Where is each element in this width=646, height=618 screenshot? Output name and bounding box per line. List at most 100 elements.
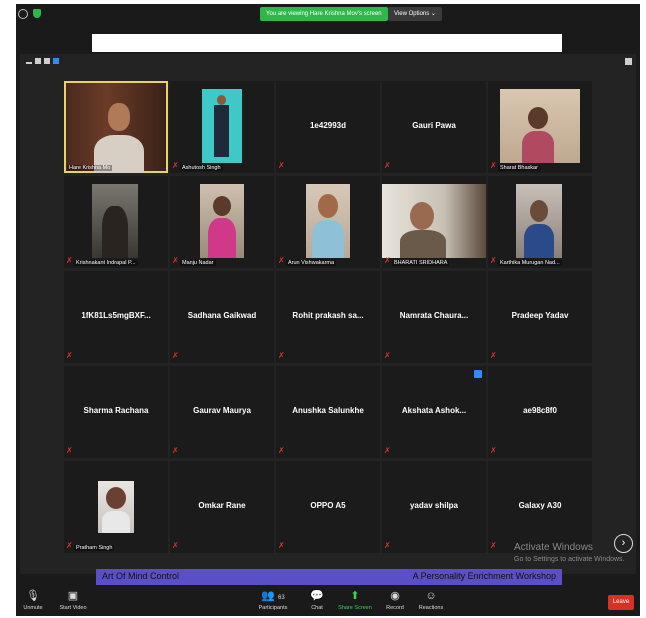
person-body <box>312 220 344 258</box>
participant-name: Gaurav Maurya <box>193 406 251 415</box>
muted-mic-icon: ✗ <box>172 446 179 455</box>
record-button[interactable]: ◉ Record <box>378 589 412 611</box>
muted-mic-icon: ✗ <box>384 256 391 265</box>
participant-tile[interactable]: Galaxy A30 ✗ <box>488 461 592 553</box>
participant-name: Rohit prakash sa... <box>292 311 364 320</box>
participants-button[interactable]: 👥 63 Participants <box>256 589 290 611</box>
person-body <box>214 105 229 157</box>
participant-video <box>92 184 138 258</box>
participant-tile[interactable]: ✗ Karthika Murugan Nad... <box>488 176 592 268</box>
participant-name: ae98c8f0 <box>523 406 557 415</box>
start-video-label: Start Video <box>59 605 87 611</box>
muted-mic-icon: ✗ <box>278 161 285 170</box>
participant-tile[interactable]: Namrata Chaura... ✗ <box>382 271 486 363</box>
participant-tile[interactable]: Gaurav Maurya ✗ <box>170 366 274 458</box>
share-screen-label: Share Screen <box>338 605 372 611</box>
share-screen-button[interactable]: ⬆ Share Screen <box>338 589 372 611</box>
participant-tile[interactable]: ✗ Krishnakant Indrapal P... <box>64 176 168 268</box>
participant-video <box>516 184 562 258</box>
participant-tile[interactable]: ✗ Sharat Bhaskar <box>488 81 592 173</box>
participant-tile[interactable]: Rohit prakash sa... ✗ <box>276 271 380 363</box>
person <box>318 194 338 218</box>
participant-label: Hare Krishna Mo <box>67 165 113 171</box>
participant-name: Akshata Ashok... <box>401 406 467 415</box>
speaker-view-icon[interactable] <box>35 58 41 64</box>
participant-tile[interactable]: Akshata Ashok... ✗ <box>382 366 486 458</box>
muted-mic-icon: ✗ <box>66 446 73 455</box>
shared-right-text: A Personality Enrichment Workshop <box>412 571 556 581</box>
participant-tile[interactable]: Pradeep Yadav ✗ <box>488 271 592 363</box>
participant-video <box>98 481 134 533</box>
participant-tile[interactable]: ✗ Manju Nadar <box>170 176 274 268</box>
muted-mic-icon: ✗ <box>490 446 497 455</box>
participant-tile[interactable]: Sadhana Gaikwad ✗ <box>170 271 274 363</box>
chat-button[interactable]: 💬 Chat <box>300 589 334 611</box>
participant-tile[interactable]: ✗ Ashutosh Singh <box>170 81 274 173</box>
participant-tile[interactable]: ae98c8f0 ✗ <box>488 366 592 458</box>
participant-video <box>200 184 244 258</box>
participant-tile[interactable]: 1e42993d ✗ <box>276 81 380 173</box>
muted-mic-icon: ✗ <box>278 446 285 455</box>
participant-label: BHARATI SRIDHARA <box>392 260 450 266</box>
participant-tile[interactable]: OPPO A5 ✗ <box>276 461 380 553</box>
thumbnail-view-icon[interactable] <box>44 58 50 64</box>
participant-name: Anushka Salunkhe <box>292 406 364 415</box>
person <box>106 487 126 509</box>
muted-mic-icon: ✗ <box>278 351 285 360</box>
participant-video <box>66 83 166 173</box>
mic-muted-icon: 🎙 <box>26 590 40 602</box>
participant-name: Gauri Pawa <box>412 121 456 130</box>
muted-mic-icon: ✗ <box>490 256 497 265</box>
participant-name: 1e42993d <box>309 121 347 130</box>
participant-tile[interactable]: Omkar Rane ✗ <box>170 461 274 553</box>
minimize-icon[interactable] <box>26 62 32 64</box>
participant-tile[interactable]: Sharma Rachana ✗ <box>64 366 168 458</box>
participant-tile[interactable]: yadav shilpa ✗ <box>382 461 486 553</box>
leave-button[interactable]: Leave <box>608 595 634 610</box>
participants-count: 63 <box>278 595 285 601</box>
reactions-button[interactable]: ☺ Reactions <box>414 589 448 611</box>
participant-tile[interactable]: ✗ BHARATI SRIDHARA <box>382 176 486 268</box>
participant-label: Sharat Bhaskar <box>498 165 540 171</box>
participant-tile[interactable]: ✗ Pratham Singh <box>64 461 168 553</box>
participant-label: Karthika Murugan Nad... <box>498 260 562 266</box>
gallery-grid-icon[interactable] <box>53 58 59 64</box>
participant-video <box>202 89 242 163</box>
participant-label: Ashutosh Singh <box>180 165 223 171</box>
participant-tile[interactable]: Gauri Pawa ✗ <box>382 81 486 173</box>
muted-mic-icon: ✗ <box>172 351 179 360</box>
info-icon[interactable] <box>18 9 28 19</box>
participant-video <box>306 184 350 258</box>
view-options-button[interactable]: View Options ⌄ <box>388 7 442 21</box>
participant-name: Omkar Rane <box>198 501 246 510</box>
muted-mic-icon: ✗ <box>278 541 285 550</box>
muted-mic-icon: ✗ <box>384 351 391 360</box>
participant-name: 1fK81Ls5mgBXF... <box>81 311 151 320</box>
participant-label: Pratham Singh <box>74 545 115 551</box>
top-bar: You are viewing Hare Krishna Mov's scree… <box>16 4 640 26</box>
next-page-button[interactable]: › <box>614 534 633 553</box>
muted-mic-icon: ✗ <box>172 161 179 170</box>
notification-icon <box>474 370 482 378</box>
shield-icon[interactable] <box>33 9 41 18</box>
muted-mic-icon: ✗ <box>172 541 179 550</box>
participant-name: Namrata Chaura... <box>399 311 469 320</box>
participant-label: Krishnakant Indrapal P... <box>74 260 138 266</box>
fullscreen-icon[interactable] <box>625 58 632 65</box>
person-body <box>522 131 554 163</box>
participant-tile[interactable]: Anushka Salunkhe ✗ <box>276 366 380 458</box>
muted-mic-icon: ✗ <box>172 256 179 265</box>
participants-label: Participants <box>258 605 288 611</box>
person-body <box>102 511 130 533</box>
unmute-label: Unmute <box>23 605 43 611</box>
layout-buttons[interactable] <box>26 58 59 64</box>
unmute-button[interactable]: 🎙 Unmute <box>16 589 50 611</box>
gallery-view: Hare Krishna Mo ✗ Ashutosh Singh 1e42993… <box>20 54 636 574</box>
muted-mic-icon: ✗ <box>384 161 391 170</box>
start-video-button[interactable]: ▣ Start Video <box>56 589 90 611</box>
participant-tile[interactable]: ✗ Arun Vishwakarma <box>276 176 380 268</box>
participant-tile[interactable]: Hare Krishna Mo <box>64 81 168 173</box>
muted-mic-icon: ✗ <box>490 351 497 360</box>
participant-tile[interactable]: 1fK81Ls5mgBXF... ✗ <box>64 271 168 363</box>
muted-mic-icon: ✗ <box>278 256 285 265</box>
